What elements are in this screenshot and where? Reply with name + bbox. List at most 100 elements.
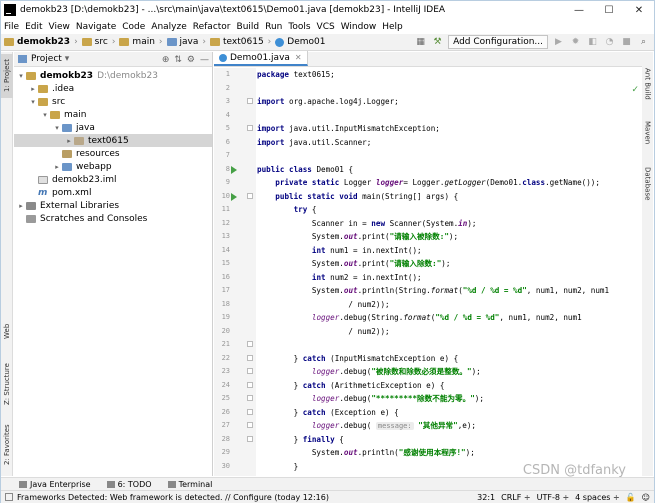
status-message[interactable]: Frameworks Detected: Web framework is de… [17, 493, 329, 502]
tab-terminal[interactable]: Terminal [167, 480, 212, 489]
menu-view[interactable]: View [46, 22, 73, 32]
menu-run[interactable]: Run [262, 22, 285, 32]
fold-marker-icon[interactable] [247, 422, 253, 428]
run-gutter-icon[interactable] [231, 192, 237, 201]
fold-marker-icon[interactable] [247, 408, 253, 415]
menu-analyze[interactable]: Analyze [148, 22, 189, 32]
fold-icon [38, 84, 48, 93]
chevron-down-icon[interactable]: ▾ [52, 124, 62, 132]
folder-icon [81, 38, 92, 46]
hide-panel-icon[interactable]: — [200, 55, 209, 65]
indent-setting[interactable]: 4 spaces ÷ [575, 493, 620, 502]
chevron-down-icon[interactable]: ▾ [28, 98, 38, 106]
chevron-right-icon[interactable]: ▸ [28, 85, 38, 93]
close-button[interactable]: ✕ [624, 1, 654, 19]
gear-icon[interactable]: ⚙ [187, 55, 195, 65]
fold-marker-icon[interactable] [247, 395, 253, 401]
tab-maven[interactable]: Maven [641, 118, 654, 148]
menu-tools[interactable]: Tools [285, 22, 313, 32]
chevron-right-icon[interactable]: ▸ [64, 137, 74, 145]
tree-item-label: text0615 [88, 135, 129, 146]
menu-refactor[interactable]: Refactor [190, 22, 234, 32]
tree-item[interactable]: ▾ java [14, 121, 212, 134]
breadcrumb-java[interactable]: java [180, 37, 199, 47]
fold-marker-icon[interactable] [247, 98, 253, 104]
menu-navigate[interactable]: Navigate [73, 22, 119, 32]
fold-marker-icon[interactable] [247, 125, 253, 131]
minimize-button[interactable]: — [564, 1, 594, 19]
fold-marker-icon[interactable] [247, 341, 253, 347]
chevron-right-icon[interactable]: ▸ [52, 163, 62, 171]
tree-item[interactable]: Scratches and Consoles [14, 212, 212, 225]
fold-marker-icon[interactable] [247, 381, 253, 388]
fold-marker-icon[interactable] [247, 354, 253, 361]
fold-marker-icon[interactable] [247, 435, 253, 442]
project-view-selector[interactable]: Project [31, 54, 62, 64]
breadcrumb-src[interactable]: src [95, 37, 108, 47]
run-icon[interactable]: ▶ [552, 36, 565, 49]
file-encoding[interactable]: UTF-8 ÷ [537, 493, 570, 502]
run-toolbar: ▦ ⚒ Add Configuration... ▶ ✹ ◧ ◔ ■ ⌕ [414, 35, 650, 49]
tree-item[interactable]: ▾ src [14, 95, 212, 108]
tab-todo[interactable]: 6: TODO [106, 480, 152, 489]
profile-icon[interactable]: ◔ [603, 36, 616, 49]
close-tab-icon[interactable]: ✕ [295, 53, 302, 62]
tree-item[interactable]: ▾ demokb23 D:\demokb23 [14, 69, 212, 82]
menu-file[interactable]: File [1, 22, 22, 32]
menu-edit[interactable]: Edit [22, 22, 45, 32]
run-gutter-icon[interactable] [231, 165, 237, 174]
caret-position[interactable]: 32:1 [477, 493, 495, 502]
breadcrumb-package[interactable]: text0615 [223, 37, 264, 47]
tab-java-enterprise[interactable]: Java Enterprise [19, 480, 91, 489]
coverage-icon[interactable]: ◧ [586, 36, 599, 49]
code-line: } [257, 461, 299, 471]
chevron-right-icon[interactable]: ▸ [16, 202, 26, 210]
tab-ant-build[interactable]: Ant Build [641, 66, 654, 102]
search-icon[interactable]: ⌕ [637, 36, 650, 49]
tab-favorites[interactable]: 2: Favorites [1, 420, 13, 470]
collapse-all-icon[interactable]: ⇅ [174, 55, 182, 65]
code-area[interactable]: package text0615; import org.apache.log4… [257, 68, 642, 476]
maximize-button[interactable]: ☐ [594, 1, 624, 19]
fold-marker-icon[interactable] [247, 192, 253, 199]
tab-database[interactable]: Database [641, 164, 654, 204]
fold-marker-icon[interactable] [247, 368, 253, 374]
line-number: 19 [221, 313, 230, 321]
tree-item[interactable]: ▾ main [14, 108, 212, 121]
project-structure-icon[interactable]: ▦ [414, 36, 427, 49]
tab-project[interactable]: 1: Project [1, 54, 13, 98]
menu-window[interactable]: Window [338, 22, 380, 32]
chevron-down-icon[interactable]: ▾ [16, 72, 26, 80]
tree-item[interactable]: m pom.xml [14, 186, 212, 199]
add-configuration-button[interactable]: Add Configuration... [448, 35, 548, 49]
tab-structure[interactable]: Z: Structure [1, 360, 13, 408]
lock-icon[interactable]: 🔓 [626, 493, 636, 502]
breadcrumb-main[interactable]: main [132, 37, 155, 47]
tree-item[interactable]: ▸ webapp [14, 160, 212, 173]
status-toggle-icon[interactable] [5, 493, 13, 501]
stop-icon[interactable]: ■ [620, 36, 633, 49]
menu-vcs[interactable]: VCS [314, 22, 338, 32]
menu-build[interactable]: Build [234, 22, 263, 32]
menu-code[interactable]: Code [119, 22, 148, 32]
chevron-down-icon[interactable]: ▾ [40, 111, 50, 119]
project-panel: Project ▾ ⊕ ⇅ ⚙ — ▾ demokb23 D:\demokb23 ▸.… [14, 52, 213, 476]
breadcrumb-class[interactable]: Demo01 [287, 37, 325, 47]
debug-icon[interactable]: ✹ [569, 36, 582, 49]
tab-web[interactable]: Web [1, 320, 13, 342]
tree-item[interactable]: ▸ text0615 [14, 134, 212, 147]
line-number: 18 [221, 299, 230, 308]
breadcrumb-project[interactable]: demokb23 [17, 37, 70, 47]
menu-help[interactable]: Help [379, 22, 406, 32]
locate-icon[interactable]: ⊕ [162, 55, 170, 65]
folder-icon [4, 38, 14, 46]
tree-item[interactable]: ▸ .idea [14, 82, 212, 95]
line-separator[interactable]: CRLF ÷ [501, 493, 530, 502]
tree-item[interactable]: demokb23.iml [14, 173, 212, 186]
inspector-icon[interactable]: ☺ [642, 493, 650, 502]
tree-item[interactable]: ▸ External Libraries [14, 199, 212, 212]
editor-tab[interactable]: Demo01.java ✕ [214, 51, 308, 66]
build-hammer-icon[interactable]: ⚒ [431, 36, 444, 49]
chevron-down-icon[interactable]: ▾ [65, 54, 70, 64]
tree-item[interactable]: resources [14, 147, 212, 160]
